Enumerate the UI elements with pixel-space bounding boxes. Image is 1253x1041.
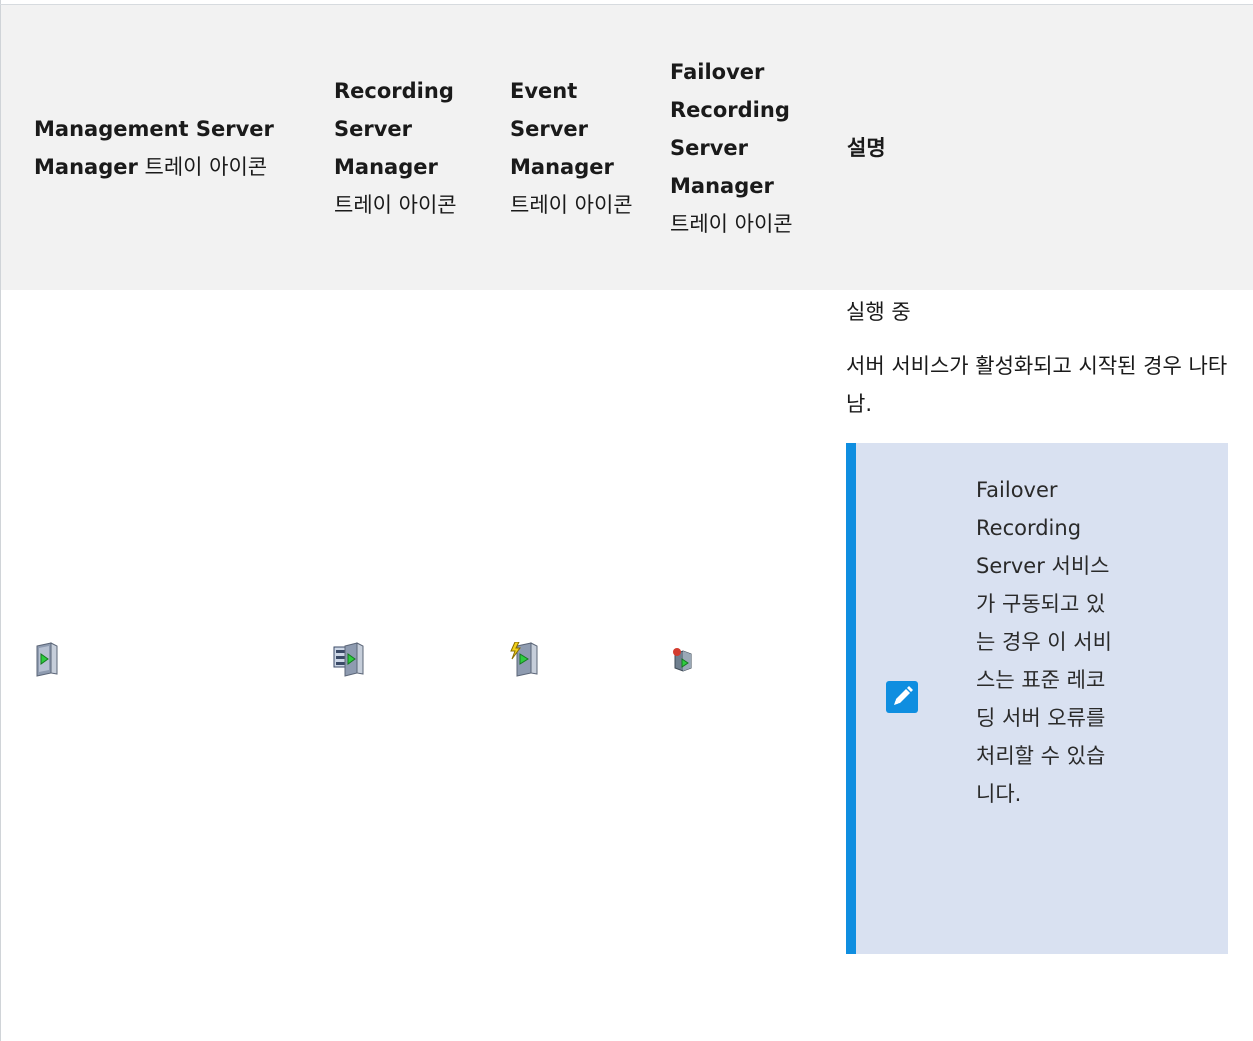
header-failover-recording-server: Failover Recording Server Manager 트레이 아이… xyxy=(670,53,820,243)
management-server-running-icon xyxy=(33,642,61,678)
status-label: 실행 중 xyxy=(846,300,911,324)
header-recording-server: Recording Server Manager 트레이 아이콘 xyxy=(334,72,484,224)
note-text: Failover Recording Server 서비스가 구동되고 있는 경… xyxy=(976,478,1112,806)
description-text: 서버 서비스가 활성화되고 시작된 경우 나타남. xyxy=(846,354,1228,416)
failover-recording-server-running-icon xyxy=(669,646,697,674)
note-callout: Failover Recording Server 서비스가 구동되고 있는 경… xyxy=(846,443,1228,954)
recording-server-running-icon xyxy=(333,642,364,678)
header-failover-bold: Failover Recording Server Manager xyxy=(670,59,790,198)
header-recording-server-bold: Recording Server Manager xyxy=(334,78,454,179)
header-recording-server-rest: 트레이 아이콘 xyxy=(334,192,457,217)
header-event-server-rest: 트레이 아이콘 xyxy=(510,192,633,217)
header-failover-rest: 트레이 아이콘 xyxy=(670,211,793,236)
pencil-icon xyxy=(886,681,918,713)
event-server-running-icon xyxy=(509,641,538,678)
header-event-server: Event Server Manager 트레이 아이콘 xyxy=(510,72,640,224)
header-event-server-bold: Event Server Manager xyxy=(510,78,614,179)
header-management-server-rest: 트레이 아이콘 xyxy=(144,154,268,179)
header-management-server: Management Server Manager 트레이 아이콘 xyxy=(34,110,294,186)
document-page: Management Server Manager 트레이 아이콘 Record… xyxy=(0,0,1253,1041)
table-header-row: Management Server Manager 트레이 아이콘 Record… xyxy=(1,5,1253,290)
header-description: 설명 xyxy=(847,135,886,160)
